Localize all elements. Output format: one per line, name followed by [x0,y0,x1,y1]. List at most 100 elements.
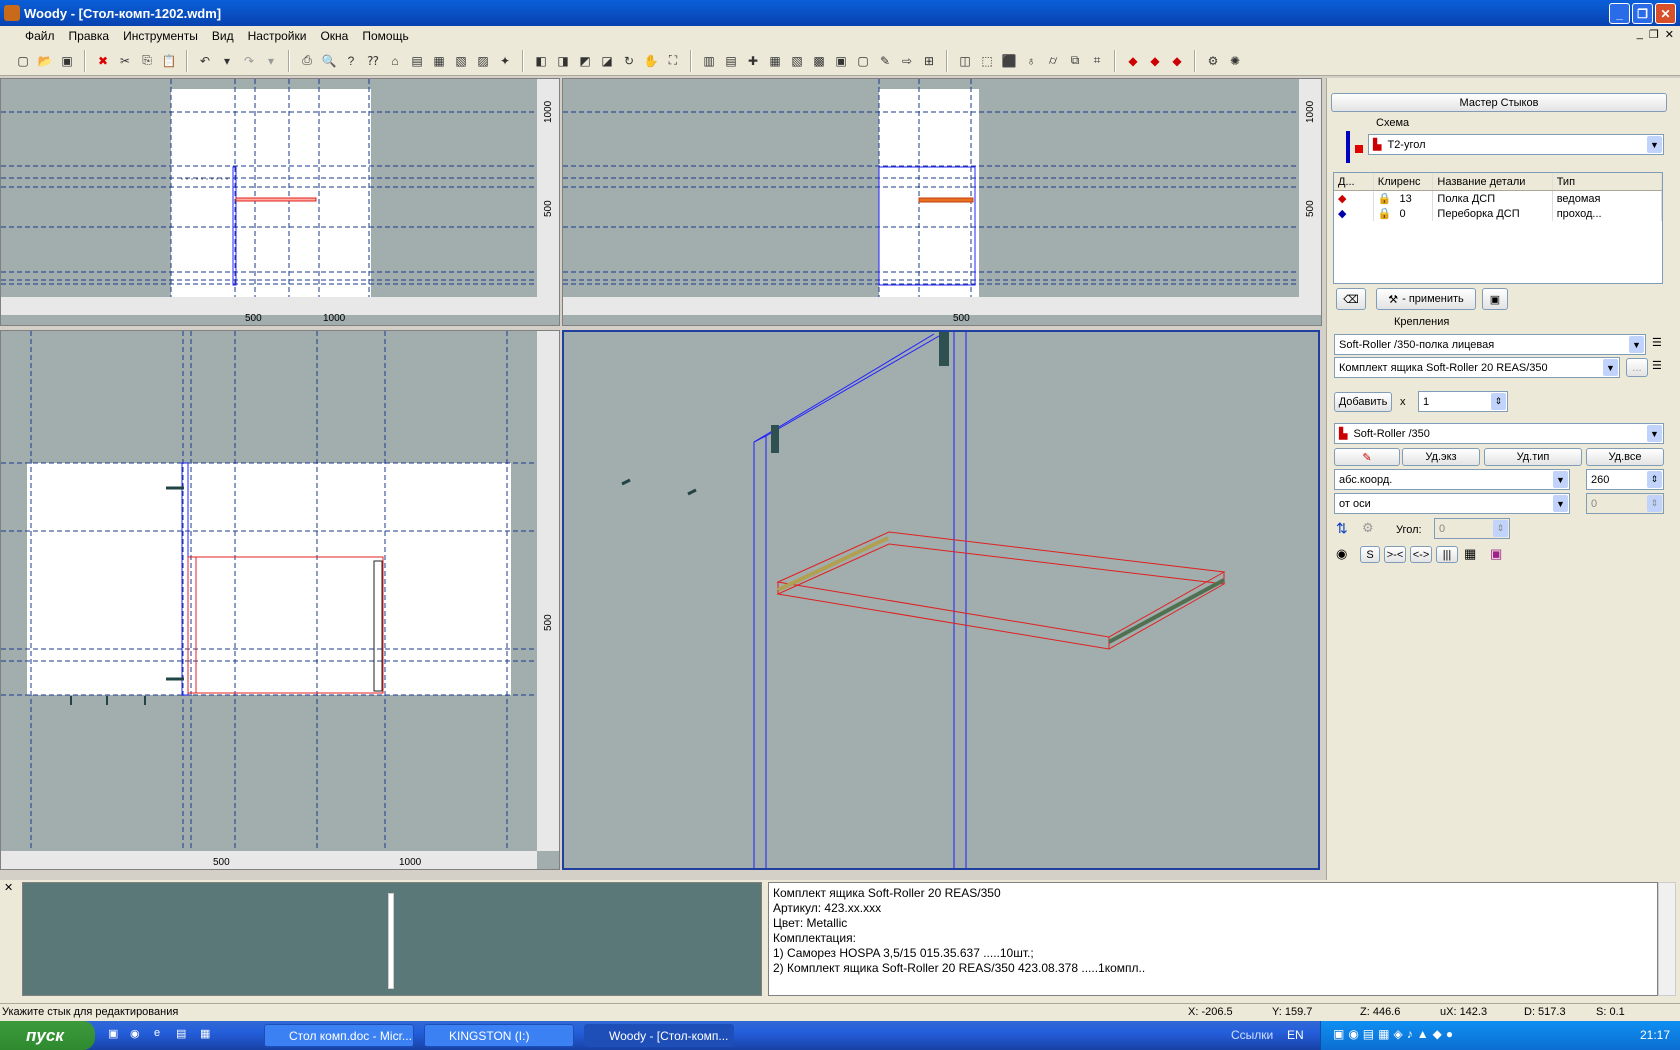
frame-icon[interactable]: ⌗ [1088,52,1106,70]
quicklaunch-icon[interactable]: ▤ [176,1027,186,1040]
delete-all-button[interactable]: Уд.все [1586,448,1664,466]
axis-mode-select[interactable]: от оси ▼ [1334,493,1570,514]
quicklaunch-icon[interactable]: ▣ [108,1027,118,1040]
links-label[interactable]: Ссылки [1231,1028,1273,1042]
start-button[interactable]: пуск [0,1021,95,1050]
viewport-top-left[interactable]: 1000 500 500 1000 [0,78,560,326]
panel-d-icon[interactable]: ▧ [788,52,806,70]
expand-button[interactable]: <-> [1410,546,1432,563]
cylinder-icon[interactable]: ⌭ [1044,52,1062,70]
info-scrollbar[interactable] [1658,882,1676,996]
menu-settings[interactable]: Настройки [241,29,314,43]
menu-tools[interactable]: Инструменты [116,29,205,43]
table-row[interactable]: ◆ 🔒 13 Полка ДСП ведомая [1334,191,1663,206]
quicklaunch-icon[interactable]: ◉ [130,1027,140,1040]
help-icon[interactable]: ? [342,52,360,70]
view-mode-c-icon[interactable]: ⬛ [1000,52,1018,70]
rotate-icon[interactable]: ↻ [620,52,638,70]
tree-icon[interactable]: ⊞ [920,52,938,70]
drill-icon[interactable]: ⚙ [1204,52,1222,70]
mdi-restore-button[interactable]: ❐ [1649,28,1659,41]
viewport-bottom-left[interactable]: 500 500 1000 [0,330,560,870]
shrink-button[interactable]: >-< [1384,546,1406,563]
menu-view[interactable]: Вид [205,29,241,43]
quicklaunch-icon[interactable]: e [154,1027,160,1039]
tool-d-icon[interactable]: ▧ [452,52,470,70]
settings-icon[interactable]: ✺ [1226,52,1244,70]
restore-button[interactable]: ❐ [1632,3,1653,24]
scheme-select[interactable]: ▙ Т2-угол ▼ [1368,134,1664,155]
layers-icon[interactable]: ⧉ [1066,52,1084,70]
pick-button[interactable]: ✎ [1334,448,1400,466]
angle-stepper[interactable]: 0 ⇕ [1434,518,1510,539]
gear-disabled-icon[interactable]: ⚙ [1362,520,1374,536]
list-icon[interactable]: ☰ [1652,336,1662,349]
col-header[interactable]: Д... [1334,173,1374,190]
open-folder-icon[interactable]: 📂 [36,52,54,70]
copy-icon[interactable]: ⎘ [138,52,156,70]
color-icon[interactable]: ▩ [810,52,828,70]
delete-icon[interactable]: ✖ [94,52,112,70]
close-button[interactable]: ✕ [1655,3,1676,24]
quicklaunch-icon[interactable]: ▦ [200,1027,210,1040]
view-c-icon[interactable]: ◩ [576,52,594,70]
coord-mode-select[interactable]: абс.коорд. ▼ [1334,469,1570,490]
panel-b-icon[interactable]: ▤ [722,52,740,70]
table-row[interactable]: ◆ 🔒 0 Переборка ДСП проход... [1334,206,1663,221]
menu-edit[interactable]: Правка [62,29,117,43]
view-d-icon[interactable]: ◪ [598,52,616,70]
print-preview-icon[interactable]: 🔍 [320,52,338,70]
cut-icon[interactable]: ✂ [116,52,134,70]
wand-icon[interactable]: ✦ [496,52,514,70]
redo-list-icon[interactable]: ▾ [262,52,280,70]
view-mode-b-icon[interactable]: ⬚ [978,52,996,70]
mdi-close-button[interactable]: ✕ [1665,28,1674,41]
instance-select[interactable]: ▙ Soft-Roller /350 ▼ [1334,423,1664,444]
panel-f-icon[interactable]: ▢ [854,52,872,70]
task-woody[interactable]: Woody - [Стол-комп... [584,1024,734,1047]
view-a-icon[interactable]: ◧ [532,52,550,70]
minimize-button[interactable]: _ [1609,3,1630,24]
snap-s-button[interactable]: S [1360,546,1380,563]
new-file-icon[interactable]: ▢ [14,52,32,70]
tray-icons[interactable]: ▣◉▤▦◈♪▲◆● [1333,1027,1457,1041]
joint-wizard-button[interactable]: Мастер Стыков [1331,93,1667,112]
mdi-minimize-button[interactable]: _ [1637,28,1643,41]
menu-windows[interactable]: Окна [313,29,355,43]
save-icon[interactable]: ▣ [58,52,76,70]
apply-button[interactable]: ⚒ - применить [1376,288,1476,310]
axis-value-stepper[interactable]: 0 ⇕ [1586,493,1664,514]
list-icon[interactable]: ☰ [1652,359,1662,372]
panel-a-icon[interactable]: ▥ [700,52,718,70]
eraser-button[interactable]: ⌫ [1336,288,1366,310]
tool-b-icon[interactable]: ▤ [408,52,426,70]
fastener-select-2[interactable]: Комплект ящика Soft-Roller 20 REAS/350 ▼ [1334,357,1620,378]
delete-instance-button[interactable]: Уд.экз [1402,448,1480,466]
print-icon[interactable]: ⎙ [298,52,316,70]
viewport-top-right[interactable]: 1000 500 500 [562,78,1322,326]
table-icon[interactable]: ▦ [1464,546,1476,562]
more-button[interactable]: ... [1626,358,1648,377]
paste-icon[interactable]: 📋 [160,52,178,70]
book-icon[interactable]: ▣ [1490,546,1502,562]
view-mode-a-icon[interactable]: ◫ [956,52,974,70]
col-header[interactable]: Клиренс [1374,173,1434,190]
panel-c-icon[interactable]: ▦ [766,52,784,70]
panel-e-icon[interactable]: ▣ [832,52,850,70]
save-joint-button[interactable]: ▣ [1482,288,1508,310]
task-explorer[interactable]: KINGSTON (I:) [424,1024,574,1047]
undo-icon[interactable]: ↶ [196,52,214,70]
context-help-icon[interactable]: ⁇ [364,52,382,70]
parts-grid[interactable]: Д... Клиренс Название детали Тип ◆ 🔒 13 П… [1333,172,1663,284]
part-a-icon[interactable]: ◆ [1124,52,1142,70]
add-button[interactable]: Добавить [1334,392,1392,412]
joint-icon[interactable]: ✚ [744,52,762,70]
palette-icon[interactable]: ◉ [1336,546,1347,562]
distribute-button[interactable]: ||| [1436,546,1458,563]
tool-a-icon[interactable]: ⌂ [386,52,404,70]
part-c-icon[interactable]: ◆ [1168,52,1186,70]
pan-hand-icon[interactable]: ✋ [642,52,660,70]
redo-icon[interactable]: ↷ [240,52,258,70]
tool-c-icon[interactable]: ▦ [430,52,448,70]
menu-file[interactable]: Файл [18,29,62,43]
